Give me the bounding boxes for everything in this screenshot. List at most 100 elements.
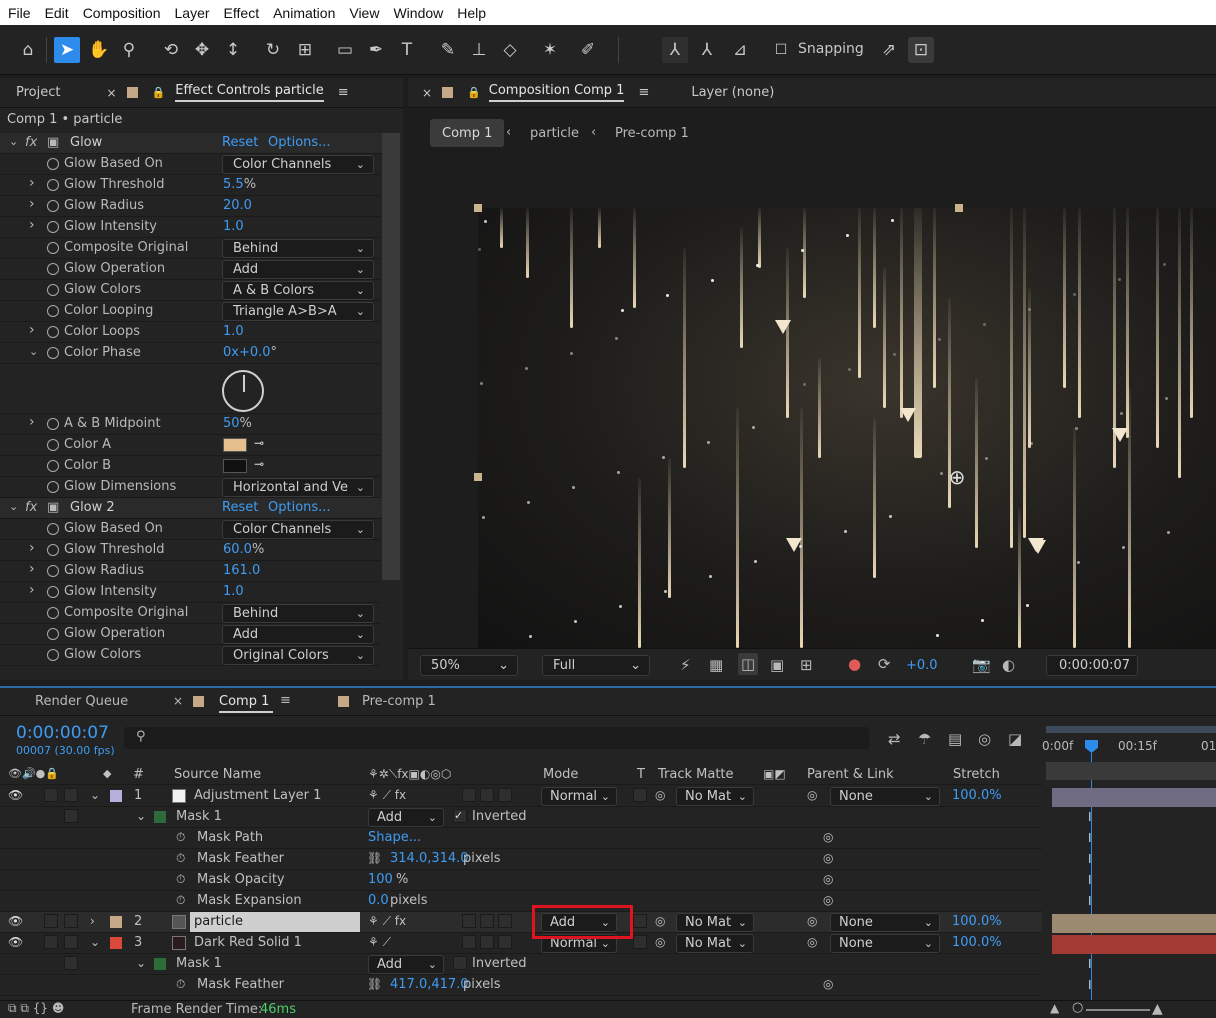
parent-dropdown[interactable]: None ⌄ (830, 913, 940, 932)
stopwatch-icon[interactable]: ⏱ (176, 977, 185, 992)
switch-box[interactable] (462, 788, 476, 802)
chevron-down-icon[interactable]: ⌄ (9, 500, 18, 513)
comp-breadcrumb-comp1[interactable]: Comp 1 (430, 119, 505, 147)
local-axis-icon[interactable]: ⅄ (662, 37, 688, 63)
property-value[interactable]: 1.0 (223, 584, 244, 599)
constrain-link-icon[interactable]: ⛓ (367, 977, 382, 991)
transform-handle[interactable] (474, 473, 482, 481)
pickwhip-icon[interactable]: ◎ (823, 851, 833, 865)
exposure-value[interactable]: +0.0 (906, 658, 938, 673)
chevron-down-icon[interactable]: ⌄ (29, 345, 38, 358)
lock-icon[interactable]: 🔒 (467, 86, 481, 99)
stopwatch-icon[interactable] (47, 347, 59, 359)
layer-duration-bar[interactable] (1052, 788, 1216, 807)
stopwatch-icon[interactable] (47, 179, 59, 191)
layer-search-input[interactable]: ⚲ (124, 727, 869, 749)
pan-behind-icon[interactable]: ⊞ (292, 37, 318, 63)
mask-color[interactable] (154, 958, 166, 970)
property-value[interactable]: 20.0 (223, 198, 252, 213)
mask-switch-box[interactable] (64, 809, 78, 823)
brush-tool-icon[interactable]: ✎ (435, 37, 461, 63)
switch-box[interactable] (480, 914, 494, 928)
stopwatch-icon[interactable] (47, 305, 59, 317)
stopwatch-icon[interactable] (47, 460, 59, 472)
tab-composition[interactable]: Composition Comp 1 (488, 83, 625, 102)
eraser-icon[interactable]: ◇ (497, 37, 523, 63)
puppet-pin-icon[interactable]: ✐ (575, 37, 601, 63)
property-value[interactable]: 161.0 (223, 563, 260, 578)
frame-blending-icon[interactable]: ▤ (948, 730, 962, 748)
tab-precomp1[interactable]: Pre-comp 1 (362, 694, 436, 709)
av-switch-box[interactable] (44, 935, 58, 949)
visibility-eye-icon[interactable]: 👁 (8, 935, 23, 949)
effect-options-link[interactable]: Options... (268, 135, 331, 150)
chevron-down-icon[interactable]: ⌄ (9, 135, 18, 148)
preserve-transparency-box[interactable] (633, 788, 647, 802)
close-icon[interactable]: × (422, 86, 432, 100)
visibility-eye-icon[interactable]: 👁 (8, 788, 23, 802)
mask-visibility-icon[interactable]: ◫ (738, 653, 759, 675)
dolly-camera-icon[interactable]: ↕ (220, 37, 246, 63)
effect-reset-link[interactable]: Reset (222, 500, 258, 515)
value-number[interactable]: 60.0 (223, 542, 252, 557)
switch-box[interactable] (462, 935, 476, 949)
menu-help[interactable]: Help (450, 5, 493, 21)
current-time[interactable]: 0:00:00:07 (16, 723, 109, 743)
selection-tool-icon[interactable]: ➤ (54, 37, 80, 63)
stopwatch-icon[interactable] (47, 418, 59, 430)
pen-tool-icon[interactable]: ✒ (363, 37, 389, 63)
menu-effect[interactable]: Effect (217, 5, 267, 21)
property-value[interactable]: 50% (223, 416, 252, 431)
track-matte-dropdown[interactable]: No Mat ⌄ (676, 934, 754, 953)
mask-name[interactable]: Mask 1 (176, 809, 222, 824)
mask-feather-value[interactable]: 314.0,314.0 (390, 851, 469, 866)
chevron-right-icon[interactable]: › (29, 217, 35, 233)
value-number[interactable]: 161.0 (223, 563, 260, 578)
mask-mode-dropdown[interactable]: Add ⌄ (368, 808, 444, 827)
track-matte-pickwhip-icon[interactable]: ◎ (655, 935, 665, 949)
layer-stretch[interactable]: 100.0% (952, 788, 1002, 803)
stopwatch-icon[interactable] (47, 242, 59, 254)
chevron-right-icon[interactable]: › (29, 175, 35, 191)
layer-switches-icons[interactable]: ⚘ ⟋ fx (368, 914, 406, 929)
color-swatch[interactable] (223, 438, 247, 452)
property-value[interactable]: 1.0 (223, 324, 244, 339)
guides-grid-icon[interactable]: ⊞ (800, 656, 813, 674)
av-switch-box[interactable] (44, 788, 58, 802)
chevron-right-icon[interactable]: › (29, 561, 35, 577)
mode-dropdown[interactable]: Normal ⌄ (541, 787, 617, 806)
layer-row[interactable]: 👁 ⌄ 3 Dark Red Solid 1 ⚘ ⟋ Normal ⌄ ◎ No Mat ⌄ ◎ No… (0, 933, 1042, 954)
mask-name[interactable]: Mask 1 (176, 956, 222, 971)
chevron-right-icon[interactable]: › (29, 582, 35, 598)
transform-handle[interactable] (474, 204, 482, 212)
property-dropdown[interactable]: Triangle A>B>A ⌄ (222, 302, 374, 321)
property-value[interactable]: 0x+0.0° (223, 345, 277, 360)
inverted-checkbox[interactable]: ✓ (453, 809, 467, 823)
view-axis-icon[interactable]: ⊿ (727, 37, 753, 63)
comp-breadcrumb-particle[interactable]: particle (530, 126, 579, 141)
effect-reset-link[interactable]: Reset (222, 135, 258, 150)
stopwatch-icon[interactable] (47, 586, 59, 598)
comp-breadcrumb-precomp[interactable]: Pre-comp 1 (615, 126, 689, 141)
color-swatch[interactable] (223, 459, 247, 473)
layer-switches-icons[interactable]: ⚘ ⟋ fx (368, 788, 406, 803)
menu-layer[interactable]: Layer (168, 5, 217, 21)
roto-brush-icon[interactable]: ✶ (537, 37, 563, 63)
stopwatch-icon[interactable] (47, 439, 59, 451)
pickwhip-icon[interactable]: ◎ (823, 830, 833, 844)
stopwatch-icon[interactable]: ⏱ (176, 872, 185, 887)
lock-icon[interactable]: 🔒 (152, 86, 166, 99)
track-matte-dropdown[interactable]: No Mat ⌄ (676, 787, 754, 806)
composition-mini-flowchart-icon[interactable]: ⇄ (888, 730, 901, 748)
stopwatch-icon[interactable] (47, 326, 59, 338)
menu-view[interactable]: View (342, 5, 386, 21)
fx-icon[interactable]: fx (25, 500, 37, 515)
stopwatch-icon[interactable]: ⏱ (176, 893, 185, 908)
track-matte-pickwhip-icon[interactable]: ◎ (655, 788, 665, 802)
switch-box[interactable] (498, 935, 512, 949)
world-axis-icon[interactable]: ⅄ (694, 37, 720, 63)
layer-name[interactable]: Adjustment Layer 1 (194, 788, 321, 803)
mask-expansion-value[interactable]: 0.0 (368, 893, 389, 908)
tab-comp1[interactable]: Comp 1 (219, 694, 274, 713)
value-number[interactable]: 50 (223, 416, 240, 431)
